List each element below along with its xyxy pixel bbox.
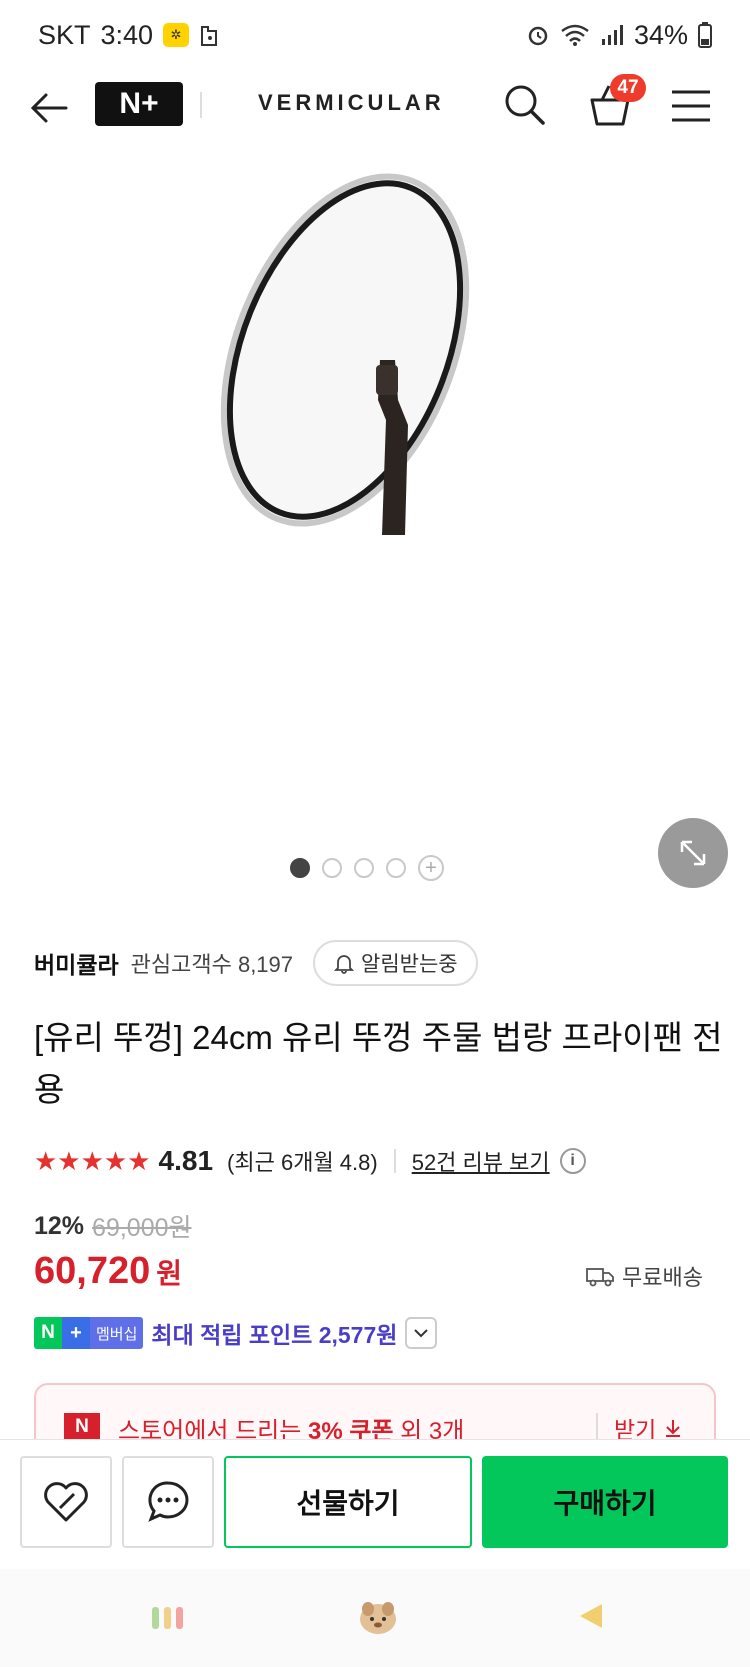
shipping-label: 무료배송 — [622, 1265, 703, 1290]
carousel-dot[interactable] — [354, 858, 374, 878]
membership-badge: N + 멤버십 — [34, 1317, 144, 1349]
product-image-glass-lid — [220, 173, 470, 535]
membership-expand-button[interactable] — [405, 1317, 438, 1349]
recent-apps-button[interactable] — [150, 1605, 186, 1636]
seller-name[interactable]: 버미큘라 — [34, 946, 119, 980]
battery-icon — [698, 22, 712, 48]
naver-coupon-icon: N — [64, 1413, 100, 1441]
membership-points: 최대 적립 포인트 2,577원 — [151, 1322, 398, 1348]
wishlist-button[interactable] — [20, 1456, 112, 1548]
info-icon[interactable]: i — [559, 1148, 586, 1174]
signal-icon — [600, 23, 624, 47]
chat-bubble-icon — [148, 1481, 189, 1522]
status-right: 34% — [526, 20, 712, 51]
gift-button[interactable]: 선물하기 — [224, 1456, 472, 1548]
brand-name[interactable]: VERMICULAR — [258, 90, 445, 116]
hamburger-menu-icon — [672, 90, 710, 122]
system-navigation-bar — [0, 1569, 750, 1667]
home-character-icon — [360, 1602, 396, 1634]
battery-percent: 34% — [633, 19, 688, 50]
membership-badge-label: 멤버십 — [90, 1317, 144, 1349]
alarm-icon — [526, 23, 550, 47]
star-rating-icon: ★★★★★ — [34, 1145, 151, 1176]
expand-icon — [680, 840, 706, 866]
carousel-dot[interactable] — [290, 858, 310, 878]
menu-button[interactable] — [668, 84, 714, 128]
chevron-down-icon — [414, 1329, 429, 1338]
status-bar: SKT 3:40 ✲ 34% — [0, 0, 750, 70]
product-title: [유리 뚜껑] 24cm 유리 뚜껑 주물 법랑 프라이팬 전용 — [34, 1019, 723, 1108]
notify-label: 알림받는중 — [361, 953, 458, 976]
discount-row: 12% 69,000원 — [34, 1208, 192, 1244]
nplus-logo[interactable]: N+ — [95, 82, 183, 126]
bottom-action-bar: 선물하기 구매하기 — [0, 1439, 750, 1569]
expand-image-button[interactable] — [658, 818, 728, 888]
carousel-dot[interactable] — [386, 858, 406, 878]
carousel-dot[interactable] — [322, 858, 342, 878]
price-row: 60,720 원 — [34, 1250, 182, 1293]
buy-button[interactable]: 구매하기 — [482, 1456, 728, 1548]
rating-row: ★★★★★ 4.81 (최근 6개월 4.8) 52건 리뷰 보기 i — [34, 1140, 586, 1182]
review-link[interactable]: 52건 리뷰 보기 — [412, 1145, 550, 1177]
carousel-indicators: + — [290, 855, 444, 881]
arrow-left-icon — [30, 93, 68, 123]
clock: 3:40 — [100, 19, 154, 50]
search-button[interactable] — [500, 80, 550, 130]
naver-n-icon: N — [34, 1317, 62, 1349]
system-back-button[interactable] — [576, 1601, 606, 1636]
recent-apps-icon — [152, 1607, 183, 1629]
carrier-label: SKT — [38, 19, 91, 50]
membership-row: N + 멤버십 최대 적립 포인트 2,577원 — [34, 1316, 438, 1350]
back-triangle-icon — [580, 1604, 602, 1628]
notify-button[interactable]: 알림받는중 — [313, 940, 478, 986]
sale-price: 60,720 — [34, 1250, 151, 1292]
carousel-more-icon[interactable]: + — [418, 855, 444, 881]
home-button[interactable] — [356, 1595, 400, 1644]
coupon-divider — [596, 1413, 598, 1441]
search-icon — [505, 85, 545, 125]
status-left: SKT 3:40 ✲ — [38, 20, 221, 51]
nav-divider — [200, 92, 202, 118]
download-icon — [666, 1420, 681, 1437]
heart-icon — [44, 1482, 88, 1522]
notification-icon — [199, 23, 221, 47]
original-price: 69,000원 — [92, 1214, 192, 1242]
wifi-icon — [560, 23, 590, 47]
bell-icon — [333, 955, 355, 974]
talk-button[interactable] — [122, 1456, 214, 1548]
logo-text: N+ — [119, 87, 159, 120]
plus-icon: + — [62, 1317, 90, 1349]
recent-rating: (최근 6개월 4.8) — [227, 1150, 378, 1175]
follower-count: 관심고객수 8,197 — [130, 952, 294, 977]
top-navigation: N+ VERMICULAR 47 — [0, 70, 750, 150]
rating-value: 4.81 — [158, 1145, 214, 1176]
discount-rate: 12% — [34, 1211, 85, 1240]
seller-row: 버미큘라 관심고객수 8,197 알림받는중 — [34, 938, 478, 988]
truck-icon — [586, 1268, 614, 1287]
shipping-info: 무료배송 — [586, 1260, 703, 1292]
back-button[interactable] — [26, 84, 74, 132]
price-unit: 원 — [156, 1258, 182, 1289]
rating-divider — [393, 1149, 396, 1173]
kakao-notification-icon: ✲ — [163, 23, 190, 47]
cart-count-badge: 47 — [610, 74, 646, 102]
